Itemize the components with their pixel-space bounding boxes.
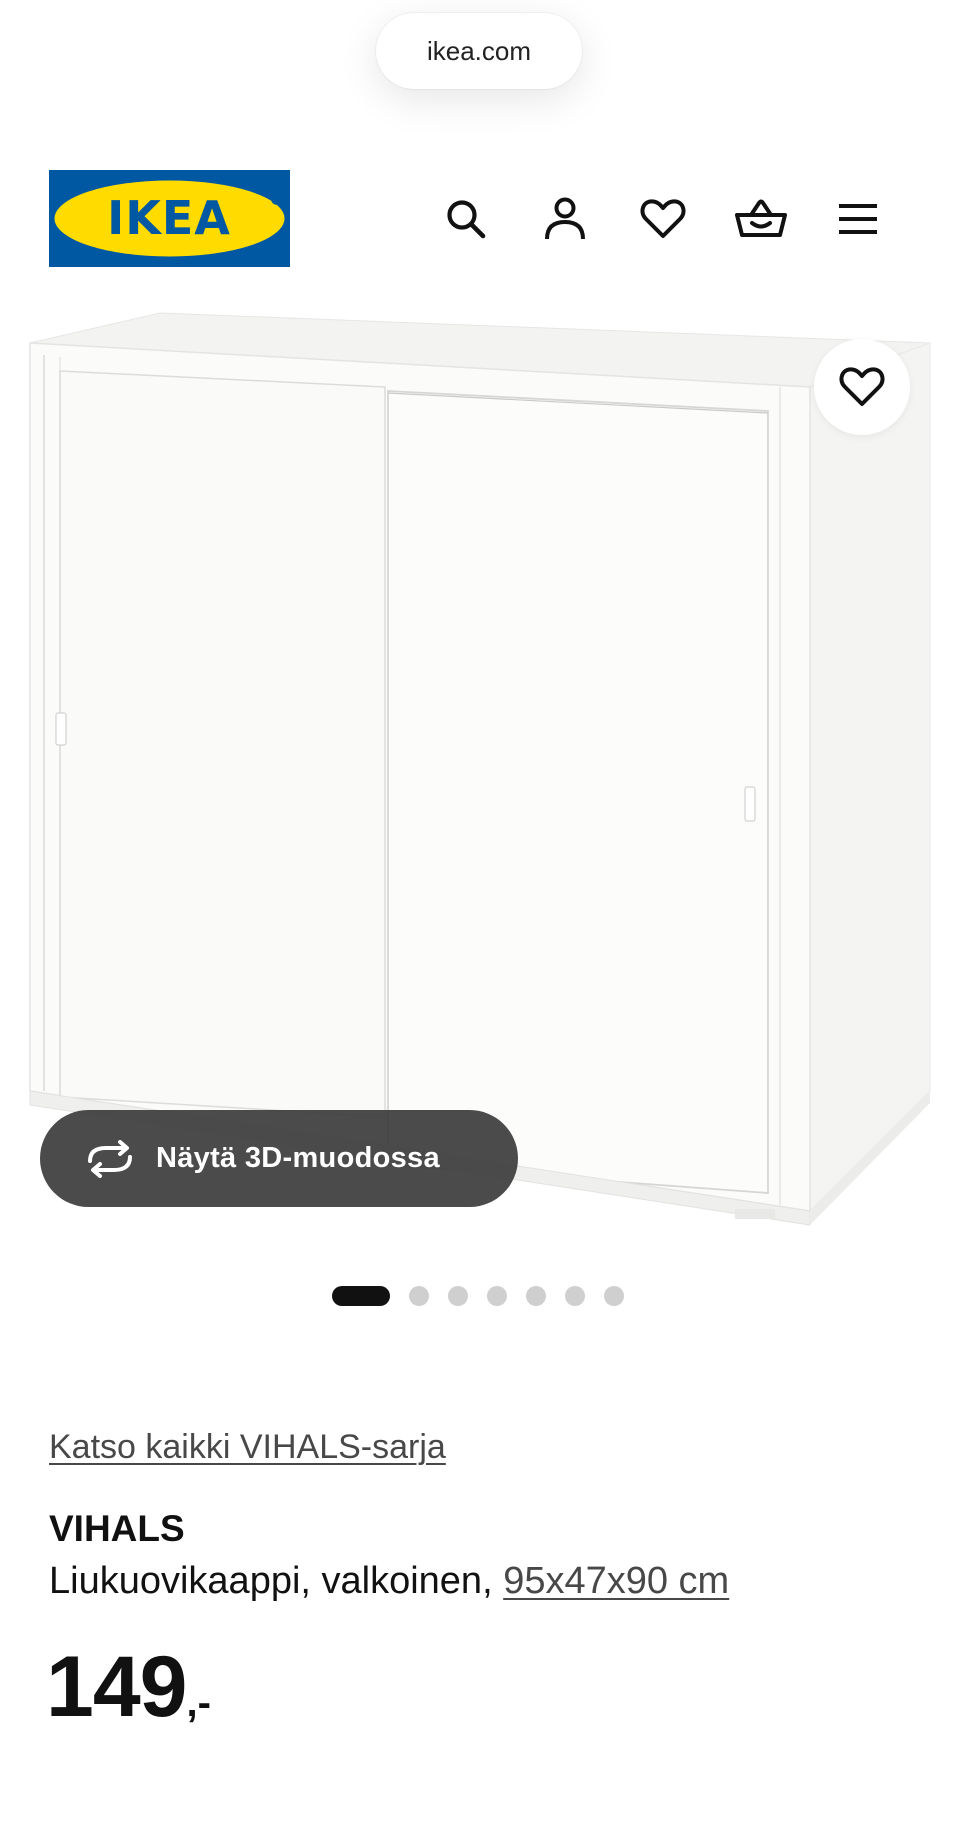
view-3d-button[interactable]: Näytä 3D-muodossa — [40, 1110, 518, 1207]
product-page: ikea.com IKEA Näytä 3D-muodossa Katso ka… — [0, 0, 960, 1837]
account-icon[interactable] — [535, 189, 595, 249]
ikea-logo[interactable]: IKEA — [49, 170, 290, 267]
product-name: VIHALS — [49, 1508, 185, 1549]
product-type-text: Liukuovikaappi, valkoinen, — [49, 1560, 493, 1602]
view-3d-label: Näytä 3D-muodossa — [156, 1142, 440, 1174]
carousel-dot-active[interactable] — [332, 1286, 390, 1306]
carousel-dot[interactable] — [526, 1286, 546, 1306]
carousel-dot[interactable] — [409, 1286, 429, 1306]
menu-icon[interactable] — [828, 189, 888, 249]
svg-text:IKEA: IKEA — [107, 191, 231, 245]
url-text: ikea.com — [426, 35, 532, 66]
rotate-3d-icon — [88, 1139, 132, 1178]
carousel-dot[interactable] — [604, 1286, 624, 1306]
price-integer: 149 — [46, 1639, 187, 1735]
heart-icon[interactable] — [633, 189, 693, 249]
save-favorite-button[interactable] — [814, 339, 910, 435]
series-link[interactable]: Katso kaikki VIHALS-sarja — [49, 1428, 446, 1467]
product-description: Liukuovikaappi, valkoinen, 95x47x90 cm — [49, 1560, 729, 1603]
carousel-dot[interactable] — [565, 1286, 585, 1306]
price-suffix: ,- — [186, 1681, 211, 1725]
url-bar[interactable]: ikea.com — [376, 13, 582, 89]
basket-icon[interactable] — [731, 189, 791, 249]
product-price: 149,- — [46, 1638, 211, 1737]
heart-icon — [839, 367, 885, 406]
search-icon[interactable] — [436, 189, 496, 249]
dimensions-link[interactable]: 95x47x90 cm — [503, 1560, 729, 1602]
carousel-dot[interactable] — [487, 1286, 507, 1306]
carousel-indicator — [332, 1285, 643, 1307]
carousel-dot[interactable] — [448, 1286, 468, 1306]
